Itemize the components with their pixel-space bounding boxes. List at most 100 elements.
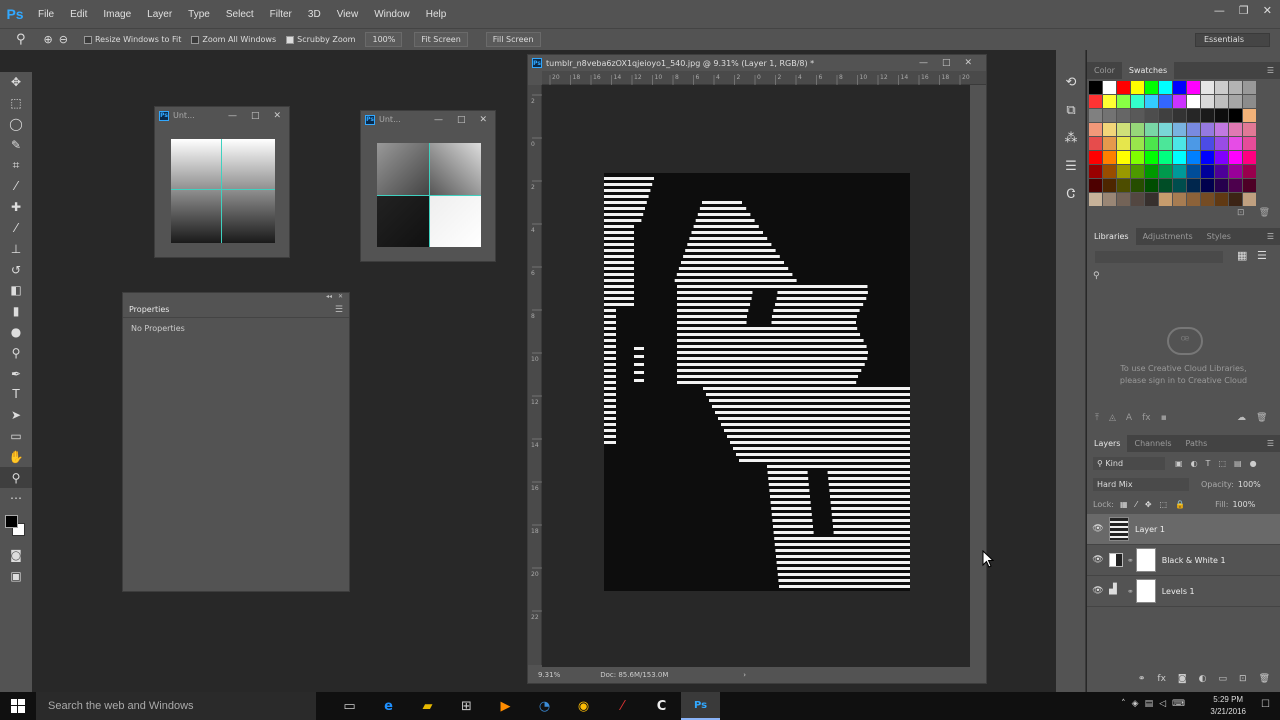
color-swatch[interactable] (1201, 81, 1214, 94)
color-swatch[interactable] (1243, 109, 1256, 122)
layer-style-icon[interactable]: fx (1157, 674, 1166, 684)
lock-all-icon[interactable]: 🔒 (1175, 500, 1185, 509)
color-swatch[interactable] (1103, 123, 1116, 136)
status-menu-arrow-icon[interactable]: › (743, 671, 986, 679)
add-layer-style-icon[interactable]: fx (1142, 413, 1151, 423)
edge-browser-icon[interactable]: e (369, 692, 408, 720)
collapse-icon[interactable]: ◂◂ (326, 293, 332, 302)
color-swatch[interactable] (1173, 165, 1186, 178)
color-swatch[interactable] (1145, 95, 1158, 108)
color-swatch[interactable] (1145, 179, 1158, 192)
cc-sync-icon[interactable]: ☁ (1237, 413, 1246, 423)
zoom-tool-icon[interactable]: ⚲ (0, 467, 32, 488)
add-text-style-icon[interactable]: A (1126, 413, 1132, 423)
menu-image[interactable]: Image (95, 9, 139, 20)
layer-row-levels-1[interactable]: 👁 ▟ ⚭ Levels 1 (1087, 576, 1280, 607)
panel-menu-icon[interactable]: ☰ (1267, 439, 1280, 448)
color-swatch[interactable] (1243, 81, 1256, 94)
panel-menu-icon[interactable]: ☰ (1267, 232, 1280, 241)
color-swatch[interactable] (1131, 109, 1144, 122)
chrome-icon[interactable]: ◉ (564, 692, 603, 720)
tab-swatches[interactable]: Swatches (1121, 62, 1175, 79)
color-swatches[interactable] (0, 509, 32, 545)
healing-brush-tool-icon[interactable]: ✚ (0, 197, 32, 218)
color-swatch[interactable] (1201, 179, 1214, 192)
color-swatch[interactable] (1117, 165, 1130, 178)
color-swatch[interactable] (1159, 179, 1172, 192)
lock-pixels-icon[interactable]: ⁄ (1136, 500, 1137, 509)
color-swatch[interactable] (1089, 179, 1102, 192)
add-swatch-icon[interactable]: ▪ (1161, 413, 1167, 423)
new-adjustment-icon[interactable]: ◐ (1199, 674, 1207, 684)
store-icon[interactable]: ⊞ (447, 692, 486, 720)
history-brush-tool-icon[interactable]: ↺ (0, 259, 32, 280)
color-swatch[interactable] (1131, 151, 1144, 164)
color-swatch[interactable] (1159, 137, 1172, 150)
tab-paths[interactable]: Paths (1179, 435, 1215, 452)
chain-link-icon[interactable]: ⚭ (1127, 556, 1134, 565)
close-icon[interactable]: ✕ (338, 293, 343, 302)
eyedropper-tool-icon[interactable]: ⁄ (0, 176, 32, 197)
menu-help[interactable]: Help (418, 9, 455, 20)
color-swatch[interactable] (1089, 193, 1102, 206)
cc-libraries-icon[interactable]: Ꮳ (1056, 180, 1086, 208)
shape-tool-icon[interactable]: ▭ (0, 426, 32, 447)
color-swatch[interactable] (1089, 95, 1102, 108)
color-swatch[interactable] (1131, 81, 1144, 94)
zoom-out-icon[interactable]: ⊖ (59, 33, 68, 46)
color-swatch[interactable] (1173, 193, 1186, 206)
color-swatch[interactable] (1117, 151, 1130, 164)
color-swatch[interactable] (1215, 137, 1228, 150)
type-tool-icon[interactable]: T (0, 384, 32, 405)
zoom-level[interactable]: 9.31% (538, 671, 560, 679)
photoshop-taskbar-icon[interactable]: Ps (681, 692, 720, 720)
scrubby-zoom-option[interactable]: Scrubby Zoom (286, 35, 355, 44)
color-swatch[interactable] (1201, 193, 1214, 206)
floating-document-2-titlebar[interactable]: Ps Unt... — □ ✕ (361, 111, 495, 128)
document-titlebar[interactable]: Ps tumblr_n8veba6zOX1qjeioyo1_540.jpg @ … (528, 55, 986, 71)
color-swatch[interactable] (1187, 179, 1200, 192)
color-swatch[interactable] (1173, 81, 1186, 94)
restore-icon[interactable]: ❐ (1239, 4, 1249, 17)
search-icon[interactable]: ⚲ (1093, 271, 1100, 281)
color-swatch[interactable] (1187, 81, 1200, 94)
tray-chevron-icon[interactable]: ˄ (1121, 699, 1126, 709)
color-swatch[interactable] (1117, 123, 1130, 136)
pen-tool-icon[interactable]: ✒ (0, 363, 32, 384)
workspace-select[interactable]: Essentials (1195, 33, 1270, 47)
color-swatch[interactable] (1243, 151, 1256, 164)
close-icon[interactable]: ✕ (964, 58, 972, 68)
color-swatch[interactable] (1215, 193, 1228, 206)
color-swatch[interactable] (1201, 109, 1214, 122)
panel-menu-icon[interactable]: ☰ (1267, 66, 1280, 75)
task-view-icon[interactable]: ▭ (330, 692, 369, 720)
tab-libraries[interactable]: Libraries (1087, 228, 1136, 245)
blend-mode-select[interactable]: Hard Mix (1093, 477, 1189, 491)
color-swatch[interactable] (1215, 179, 1228, 192)
minimize-icon[interactable]: — (228, 111, 237, 121)
camtasia-icon[interactable]: C (642, 692, 681, 720)
fill-screen-button[interactable]: Fill Screen (485, 32, 541, 47)
menu-file[interactable]: File (30, 9, 62, 20)
add-graphic-icon[interactable]: ⤒ (1095, 413, 1099, 423)
color-swatch[interactable] (1243, 95, 1256, 108)
filter-toggle-icon[interactable]: ● (1250, 459, 1257, 468)
color-swatch[interactable] (1103, 137, 1116, 150)
color-swatch[interactable] (1229, 151, 1242, 164)
panel-menu-icon[interactable]: ☰ (335, 305, 349, 315)
new-swatch-icon[interactable]: ⊡ (1237, 208, 1245, 222)
maximize-icon[interactable]: □ (942, 58, 951, 68)
color-swatch[interactable] (1159, 81, 1172, 94)
trash-icon[interactable]: 🗑 (1256, 413, 1267, 423)
minimize-icon[interactable]: — (434, 115, 443, 125)
floating-document-1-titlebar[interactable]: Ps Unt... — □ ✕ (155, 107, 289, 124)
color-swatch[interactable] (1159, 95, 1172, 108)
delete-layer-icon[interactable]: 🗑 (1259, 674, 1270, 684)
layer-mask-thumbnail[interactable] (1135, 548, 1156, 572)
color-swatch[interactable] (1173, 109, 1186, 122)
close-icon[interactable]: ✕ (1263, 4, 1272, 17)
color-swatch[interactable] (1117, 109, 1130, 122)
delete-swatch-icon[interactable]: 🗑 (1259, 208, 1270, 222)
color-swatch[interactable] (1187, 95, 1200, 108)
color-swatch[interactable] (1103, 81, 1116, 94)
